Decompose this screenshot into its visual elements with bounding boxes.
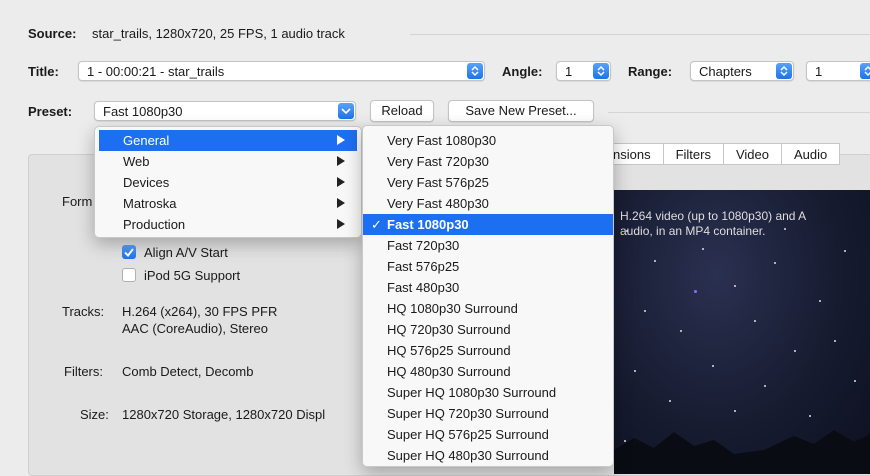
preset-label: Preset: [28,104,73,119]
preset-item[interactable]: Very Fast 1080p30 [363,130,613,151]
updown-arrows-icon [593,63,609,79]
tab-audio[interactable]: Audio [781,143,841,165]
range-start-value: 1 [815,64,823,79]
category-item-matroska[interactable]: Matroska [99,193,357,214]
preset-popup[interactable]: Fast 1080p30 [94,101,356,121]
preset-description: H.264 video (up to 1080p30) and A audio,… [620,209,807,238]
ipod-support-label: iPod 5G Support [144,268,241,283]
tab-filters[interactable]: Filters [663,143,724,165]
category-menu: General Web Devices Matroska Production [94,126,362,238]
angle-popup-value: 1 [565,64,573,79]
tab-bar: nsions Filters Video Audio [600,143,841,165]
submenu-arrow-icon [337,156,345,166]
updown-arrows-icon [776,63,792,79]
align-av-label: Align A/V Start [144,245,228,260]
filters-value: Comb Detect, Decomb [122,364,254,379]
align-av-checkbox[interactable] [122,245,136,259]
preset-popup-value: Fast 1080p30 [103,104,183,119]
tree-silhouette [614,430,870,474]
category-item-production[interactable]: Production [99,214,357,235]
preset-item[interactable]: HQ 480p30 Surround [363,361,613,382]
submenu-arrow-icon [337,219,345,229]
preset-item[interactable]: HQ 1080p30 Surround [363,298,613,319]
source-divider [410,34,870,35]
preset-item-selected[interactable]: ✓ Fast 1080p30 [363,214,613,235]
submenu-arrow-icon [337,177,345,187]
preset-submenu: Very Fast 1080p30 Very Fast 720p30 Very … [362,125,614,467]
preset-item[interactable]: Fast 480p30 [363,277,613,298]
format-label: Form [62,194,93,209]
size-value: 1280x720 Storage, 1280x720 Displ [122,407,326,422]
category-item-general[interactable]: General [99,130,357,151]
submenu-arrow-icon [337,135,345,145]
filters-label: Filters: [64,364,103,379]
checkmark-icon [124,248,134,258]
title-label: Title: [28,64,59,79]
preset-item[interactable]: Very Fast 576p25 [363,172,613,193]
updown-arrows-icon [860,63,870,79]
preset-item[interactable]: Super HQ 720p30 Surround [363,403,613,424]
source-label: Source: [28,26,77,41]
tab-video[interactable]: Video [723,143,782,165]
chevron-down-icon [338,103,354,119]
title-popup-value: 1 - 00:00:21 - star_trails [87,64,225,79]
updown-arrows-icon [467,63,483,79]
range-label: Range: [628,64,673,79]
preset-item[interactable]: HQ 576p25 Surround [363,340,613,361]
preset-item[interactable]: HQ 720p30 Surround [363,319,613,340]
ipod-support-checkbox[interactable] [122,268,136,282]
angle-label: Angle: [502,64,543,79]
size-label: Size: [80,407,109,422]
preset-item[interactable]: Super HQ 1080p30 Surround [363,382,613,403]
reload-button[interactable]: Reload [370,100,434,122]
range-popup-value: Chapters [699,64,752,79]
save-new-preset-button[interactable]: Save New Preset... [448,100,594,122]
tracks-label: Tracks: [62,304,105,319]
submenu-arrow-icon [337,198,345,208]
angle-popup[interactable]: 1 [556,61,611,81]
tracks-line-2: AAC (CoreAudio), Stereo [122,321,268,336]
preset-divider [608,112,870,113]
preset-item[interactable]: Very Fast 480p30 [363,193,613,214]
source-value: star_trails, 1280x720, 25 FPS, 1 audio t… [92,26,345,41]
tracks-line-1: H.264 (x264), 30 FPS PFR [122,304,278,319]
range-popup[interactable]: Chapters [690,61,794,81]
range-start-popup[interactable]: 1 [806,61,870,81]
category-item-devices[interactable]: Devices [99,172,357,193]
preset-item[interactable]: Fast 720p30 [363,235,613,256]
preset-item[interactable]: Fast 576p25 [363,256,613,277]
preset-item[interactable]: Super HQ 576p25 Surround [363,424,613,445]
preset-item[interactable]: Very Fast 720p30 [363,151,613,172]
title-popup[interactable]: 1 - 00:00:21 - star_trails [78,61,485,81]
preset-item[interactable]: Super HQ 480p30 Surround [363,445,613,466]
category-item-web[interactable]: Web [99,151,357,172]
checkmark-icon: ✓ [371,217,382,232]
